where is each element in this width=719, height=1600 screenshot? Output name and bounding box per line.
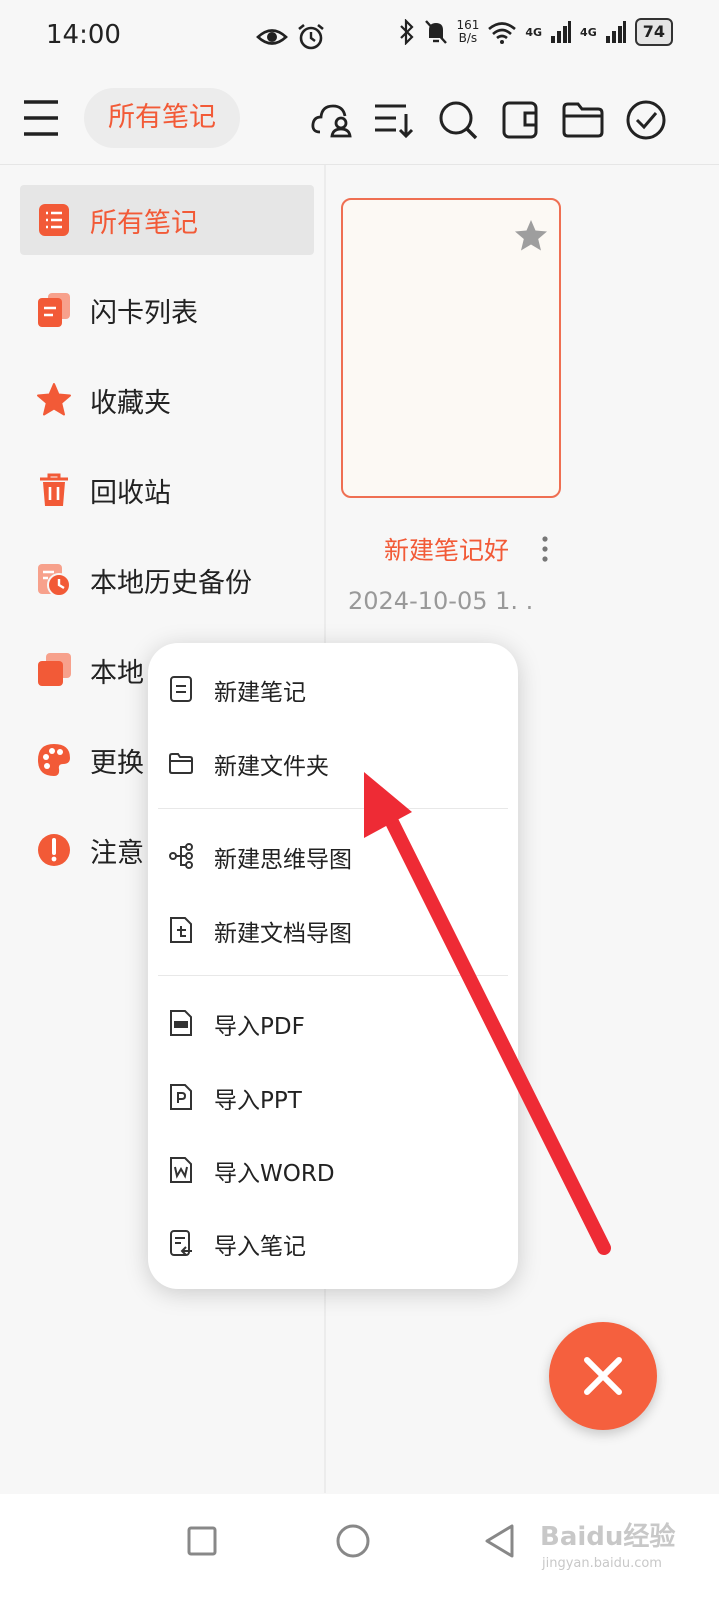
- history-icon: [38, 564, 71, 597]
- note-title[interactable]: 新建笔记好: [384, 531, 509, 567]
- wifi-icon: [488, 22, 517, 44]
- sidebar-item-label: 注意: [90, 838, 144, 869]
- trash-icon: [40, 473, 68, 506]
- sidebar-item-trash[interactable]: 回收站: [20, 455, 314, 525]
- sidebar-item-local-backup[interactable]: 本地历史备份: [20, 545, 314, 615]
- ppt-file-icon: [170, 1084, 192, 1110]
- star-icon: [37, 383, 71, 416]
- status-time: 14:00: [46, 20, 121, 50]
- word-file-icon: [170, 1157, 192, 1183]
- status-bar: 14:00 161 B/s 4G 4G 74: [0, 0, 719, 72]
- sidebar-item-label: 所有笔记: [90, 208, 198, 239]
- cloud-user-icon[interactable]: [310, 98, 354, 142]
- search-icon[interactable]: [436, 98, 480, 142]
- recents-icon[interactable]: [177, 1516, 227, 1566]
- palette-icon: [38, 744, 70, 776]
- sort-icon[interactable]: [372, 98, 416, 142]
- folder-icon[interactable]: [561, 98, 605, 142]
- menu-divider: [158, 808, 508, 809]
- watermark-url: jingyan.baidu.com: [542, 1556, 662, 1571]
- sidebar-item-all-notes[interactable]: 所有笔记: [20, 185, 314, 255]
- menu-item-import-pdf[interactable]: 导入PDF: [148, 993, 518, 1053]
- copy-icon: [38, 653, 71, 686]
- menu-divider: [158, 975, 508, 976]
- battery-icon: 74: [634, 18, 673, 46]
- flashcard-icon: [38, 293, 70, 327]
- wallet-icon[interactable]: [499, 98, 543, 142]
- alarm-icon: [298, 23, 324, 50]
- check-circle-icon[interactable]: [624, 98, 668, 142]
- pdf-file-icon: [170, 1010, 192, 1036]
- menu-item-import-ppt[interactable]: 导入PPT: [148, 1067, 518, 1127]
- note-date: 2024-10-05 1. .: [348, 587, 534, 615]
- status-left-icons: [256, 22, 326, 52]
- create-popup-menu: 新建笔记 新建文件夹 新建思维导图 新建文档导图 导入PDF 导入PPT 导入W…: [148, 643, 518, 1289]
- sidebar-item-favorites[interactable]: 收藏夹: [20, 365, 314, 435]
- note-icon: [170, 676, 192, 702]
- page-title[interactable]: 所有笔记: [84, 88, 240, 148]
- mute-bell-icon: [425, 20, 448, 44]
- note-card[interactable]: [341, 198, 561, 498]
- list-icon: [39, 204, 69, 236]
- back-icon[interactable]: [476, 1516, 526, 1566]
- menu-item-new-mindmap[interactable]: 新建思维导图: [148, 826, 518, 886]
- close-fab-button[interactable]: [549, 1322, 657, 1430]
- menu-item-new-note[interactable]: 新建笔记: [148, 659, 518, 719]
- signal-label-1: 4G: [525, 25, 543, 39]
- bluetooth-icon: [400, 19, 415, 45]
- favorite-star-icon[interactable]: [513, 218, 549, 254]
- sidebar-item-flashcards[interactable]: 闪卡列表: [20, 275, 314, 345]
- sidebar-item-label: 本地: [90, 658, 144, 689]
- home-icon[interactable]: [328, 1516, 378, 1566]
- more-vertical-icon[interactable]: [540, 535, 550, 563]
- close-icon: [584, 1357, 622, 1395]
- net-speed: 161 B/s: [456, 18, 480, 45]
- system-nav-bar: Baidu经验 jingyan.baidu.com: [0, 1494, 719, 1600]
- signal-label-2: 4G: [580, 25, 597, 39]
- sidebar-item-label: 本地历史备份: [90, 568, 252, 599]
- signal-icon: [551, 21, 572, 43]
- doc-map-icon: [170, 917, 192, 943]
- sidebar-item-label: 收藏夹: [90, 388, 171, 419]
- top-toolbar: 所有笔记: [0, 72, 719, 165]
- menu-item-new-folder[interactable]: 新建文件夹: [148, 733, 518, 793]
- status-right-icons: 161 B/s 4G 4G 74: [398, 18, 673, 46]
- sidebar-item-label: 回收站: [90, 478, 171, 509]
- folder-icon: [169, 753, 193, 774]
- mindmap-icon: [169, 843, 193, 869]
- sidebar-item-label: 闪卡列表: [90, 298, 198, 329]
- watermark-logo: Baidu经验: [540, 1522, 676, 1552]
- eye-icon: [256, 29, 288, 45]
- warning-icon: [38, 834, 70, 866]
- menu-icon[interactable]: [22, 96, 60, 140]
- menu-item-new-doc-map[interactable]: 新建文档导图: [148, 900, 518, 960]
- signal-icon: [605, 21, 626, 43]
- menu-item-import-note[interactable]: 导入笔记: [148, 1213, 518, 1273]
- menu-item-import-word[interactable]: 导入WORD: [148, 1140, 518, 1200]
- import-note-icon: [170, 1230, 192, 1256]
- sidebar-item-label: 更换: [90, 748, 144, 779]
